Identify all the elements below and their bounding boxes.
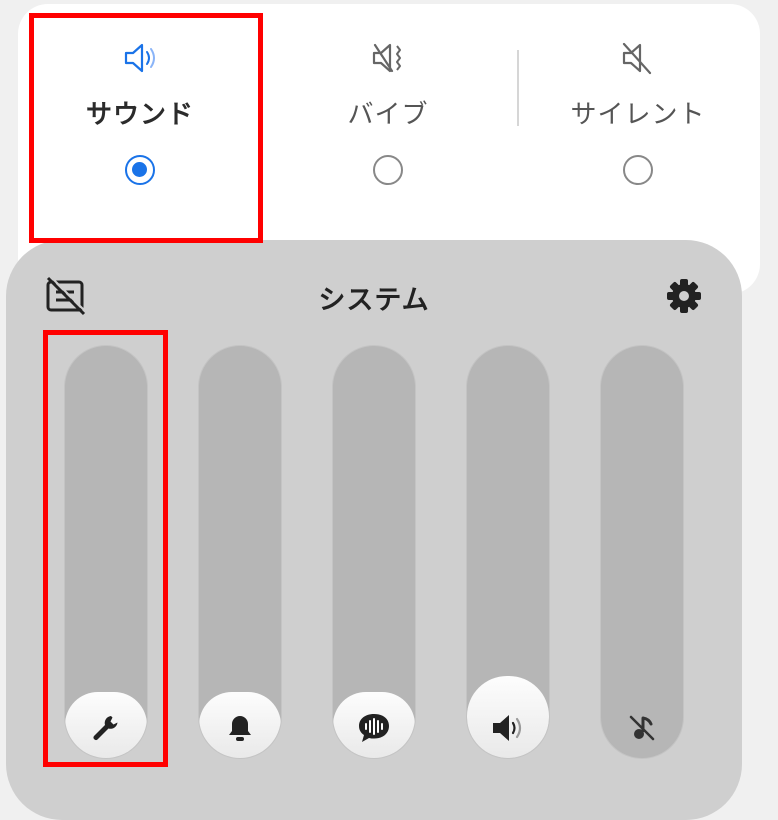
volume-panel: システム bbox=[6, 240, 742, 820]
vibrate-mode-label: バイブ bbox=[347, 100, 429, 130]
wrench-icon bbox=[65, 708, 147, 748]
sound-mode-label: サウンド bbox=[85, 100, 194, 130]
gear-icon[interactable] bbox=[662, 274, 706, 318]
vibrate-icon bbox=[372, 43, 401, 73]
notification-volume-slider[interactable] bbox=[332, 345, 416, 759]
silent-mode-radio[interactable] bbox=[623, 155, 653, 185]
media-volume-slider[interactable] bbox=[466, 345, 550, 759]
panel-title: システム bbox=[318, 285, 430, 316]
music-off-icon bbox=[601, 708, 683, 748]
ringtone-volume-slider[interactable] bbox=[198, 345, 282, 759]
mute-icon bbox=[622, 42, 652, 75]
silent-mode-label: サイレント bbox=[570, 100, 706, 130]
speaker-icon bbox=[124, 43, 155, 73]
silent-mode-option[interactable]: サイレント bbox=[548, 40, 728, 200]
mode-divider bbox=[517, 50, 519, 126]
vibrate-mode-radio[interactable] bbox=[373, 155, 403, 185]
speaker-icon bbox=[467, 708, 549, 748]
system-volume-slider[interactable] bbox=[64, 345, 148, 759]
voice-bubble-icon bbox=[333, 708, 415, 748]
bell-icon bbox=[199, 708, 281, 748]
vibrate-mode-option[interactable]: バイブ bbox=[298, 40, 478, 200]
sound-mode-radio[interactable] bbox=[125, 155, 155, 185]
muted-volume-slider[interactable] bbox=[600, 345, 684, 759]
sound-mode-option[interactable]: サウンド bbox=[50, 40, 230, 200]
